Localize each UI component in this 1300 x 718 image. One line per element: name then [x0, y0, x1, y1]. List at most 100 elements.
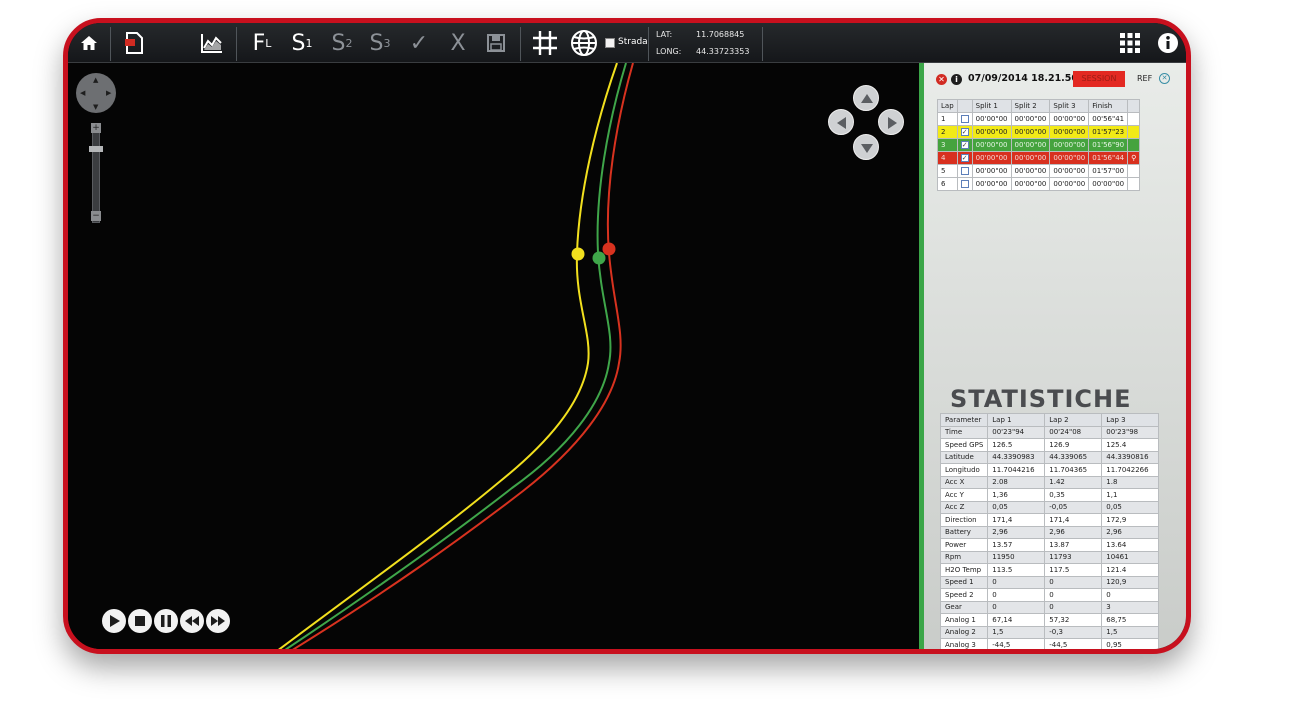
nav-left-button[interactable] [828, 109, 854, 135]
home-icon[interactable] [76, 23, 102, 63]
stats-value: 10461 [1101, 550, 1160, 564]
lap-zoom-cell [1127, 138, 1141, 152]
lap-split-2: 00'00"00 [1010, 164, 1051, 178]
stats-parameter: Speed 1 [939, 575, 989, 589]
lap-checkbox-cell: ✓ [956, 138, 973, 152]
lap-row[interactable]: 2 ✓ 00'00"00 00'00"00 00'00"00 01'57"23 [937, 125, 1141, 139]
ref-toggle-icon[interactable]: ✕ [1159, 73, 1170, 84]
stats-value: 0 [987, 600, 1046, 614]
stats-row: Speed GPS 126.5 126.9 125.4 [939, 438, 1160, 452]
lap-checkbox[interactable] [960, 180, 969, 188]
apps-grid-icon[interactable] [1116, 23, 1144, 63]
stats-row: Battery 2,96 2,96 2,96 [939, 525, 1160, 539]
stats-value: 00'24"08 [1044, 425, 1103, 439]
cancel-button[interactable]: X [445, 23, 471, 63]
finish-sub: L [265, 36, 272, 50]
split-1-button[interactable]: S1 [288, 23, 316, 63]
lap-row[interactable]: 4 ✓ 00'00"00 00'00"00 00'00"00 01'56"44 ⚲ [937, 151, 1141, 165]
magnifier-icon[interactable]: ⚲ [1131, 154, 1136, 162]
split-3-sub: 3 [383, 36, 391, 50]
toolbar-divider [762, 27, 763, 61]
stats-value: 121.4 [1101, 563, 1160, 577]
lap-number: 4 [937, 151, 958, 165]
stats-header-cell: Parameter [939, 413, 989, 427]
stats-value: 1.8 [1101, 475, 1160, 489]
lap-number: 2 [937, 125, 958, 139]
stats-value: -44,5 [1044, 638, 1103, 649]
lap-row[interactable]: 1 00'00"00 00'00"00 00'00"00 00'56"41 [937, 112, 1141, 126]
nav-right-button[interactable] [878, 109, 904, 135]
session-button[interactable]: SESSION [1073, 71, 1125, 87]
long-value: 44.33723353 [696, 47, 750, 56]
lap-checkbox-cell [956, 177, 973, 191]
stats-value: 2.08 [987, 475, 1046, 489]
stop-button[interactable] [128, 609, 152, 633]
lap-split-3: 00'00"00 [1049, 112, 1090, 126]
session-info-icon[interactable]: i [951, 74, 962, 85]
pdf-export-icon[interactable] [120, 23, 148, 63]
rewind-button[interactable] [180, 609, 204, 633]
nav-up-button[interactable] [853, 85, 879, 111]
split-3-button[interactable]: S3 [366, 23, 394, 63]
delete-session-icon[interactable]: ✕ [936, 74, 947, 85]
lap-checkbox[interactable] [960, 115, 969, 123]
lap-checkbox[interactable] [960, 167, 969, 175]
zoom-slider[interactable] [92, 125, 100, 223]
toolbar-divider [110, 27, 111, 61]
stats-value: 00'23"98 [1101, 425, 1160, 439]
split-1-letter: S [291, 30, 306, 56]
stats-value: 1,5 [987, 625, 1046, 639]
lap-checkbox-cell: ✓ [956, 151, 973, 165]
stats-value: 0 [987, 575, 1046, 589]
stats-value: 11950 [987, 550, 1046, 564]
stats-row: Direction 171,4 171,4 172,9 [939, 513, 1160, 527]
play-button[interactable] [102, 609, 126, 633]
globe-icon[interactable] [568, 23, 600, 63]
zoom-slider-handle[interactable] [89, 146, 103, 152]
lap-checkbox[interactable]: ✓ [960, 154, 969, 162]
lap-split-1: 00'00"00 [971, 151, 1012, 165]
stats-table: Parameter Lap 1 Lap 2 Lap 3 Time 00'23"94 00'… [939, 413, 1160, 649]
grid-icon[interactable] [530, 23, 560, 63]
fast-forward-button[interactable] [206, 609, 230, 633]
long-label: LONG: [656, 47, 682, 56]
lap-split-1: 00'00"00 [971, 138, 1012, 152]
map-pan-control[interactable]: ▲ ▼ ◀ ▶ [76, 73, 116, 113]
strada-label: Strada [618, 37, 648, 47]
zoom-in-icon[interactable]: + [91, 123, 101, 133]
confirm-button[interactable]: ✓ [406, 23, 432, 63]
finish-line-button[interactable]: FL [248, 23, 276, 63]
stats-parameter: Analog 2 [939, 625, 989, 639]
stats-value: -0,05 [1044, 500, 1103, 514]
stats-value: 117.5 [1044, 563, 1103, 577]
lap-checkbox[interactable]: ✓ [960, 128, 969, 136]
lat-value: 11.7068845 [696, 30, 745, 39]
lap-row[interactable]: 3 ✓ 00'00"00 00'00"00 00'00"00 01'56"90 [937, 138, 1141, 152]
car-marker-lap-4 [602, 242, 616, 256]
session-header: ✕ i 07/09/2014 18.21.50 SESSION REF ✕ [932, 71, 1186, 87]
split-2-button[interactable]: S2 [328, 23, 356, 63]
strada-checkbox[interactable] [605, 38, 615, 48]
save-icon[interactable] [483, 23, 509, 63]
track-map[interactable]: ▲ ▼ ◀ ▶ + − [68, 63, 919, 649]
stats-value: 11.704365 [1044, 463, 1103, 477]
laps-header-cell: Finish [1088, 99, 1129, 113]
check-icon: ✓ [409, 30, 429, 56]
stats-row: Time 00'23"94 00'24"08 00'23"98 [939, 425, 1160, 439]
stats-value: 0,35 [1044, 488, 1103, 502]
zoom-out-icon[interactable]: − [91, 211, 101, 221]
nav-down-button[interactable] [853, 134, 879, 160]
laps-header-cell: Split 1 [971, 99, 1012, 113]
pause-button[interactable] [154, 609, 178, 633]
lap-split-3: 00'00"00 [1049, 138, 1090, 152]
lap-checkbox[interactable]: ✓ [960, 141, 969, 149]
stats-parameter: Gear [939, 600, 989, 614]
lap-row[interactable]: 6 00'00"00 00'00"00 00'00"00 00'00"00 [937, 177, 1141, 191]
stats-value: 171,4 [1044, 513, 1103, 527]
lap-row[interactable]: 5 00'00"00 00'00"00 00'00"00 01'57"00 [937, 164, 1141, 178]
chart-icon[interactable] [198, 23, 226, 63]
stats-value: -0,3 [1044, 625, 1103, 639]
split-1-sub: 1 [305, 36, 313, 50]
info-icon[interactable] [1154, 23, 1182, 63]
stats-value: 68,75 [1101, 613, 1160, 627]
